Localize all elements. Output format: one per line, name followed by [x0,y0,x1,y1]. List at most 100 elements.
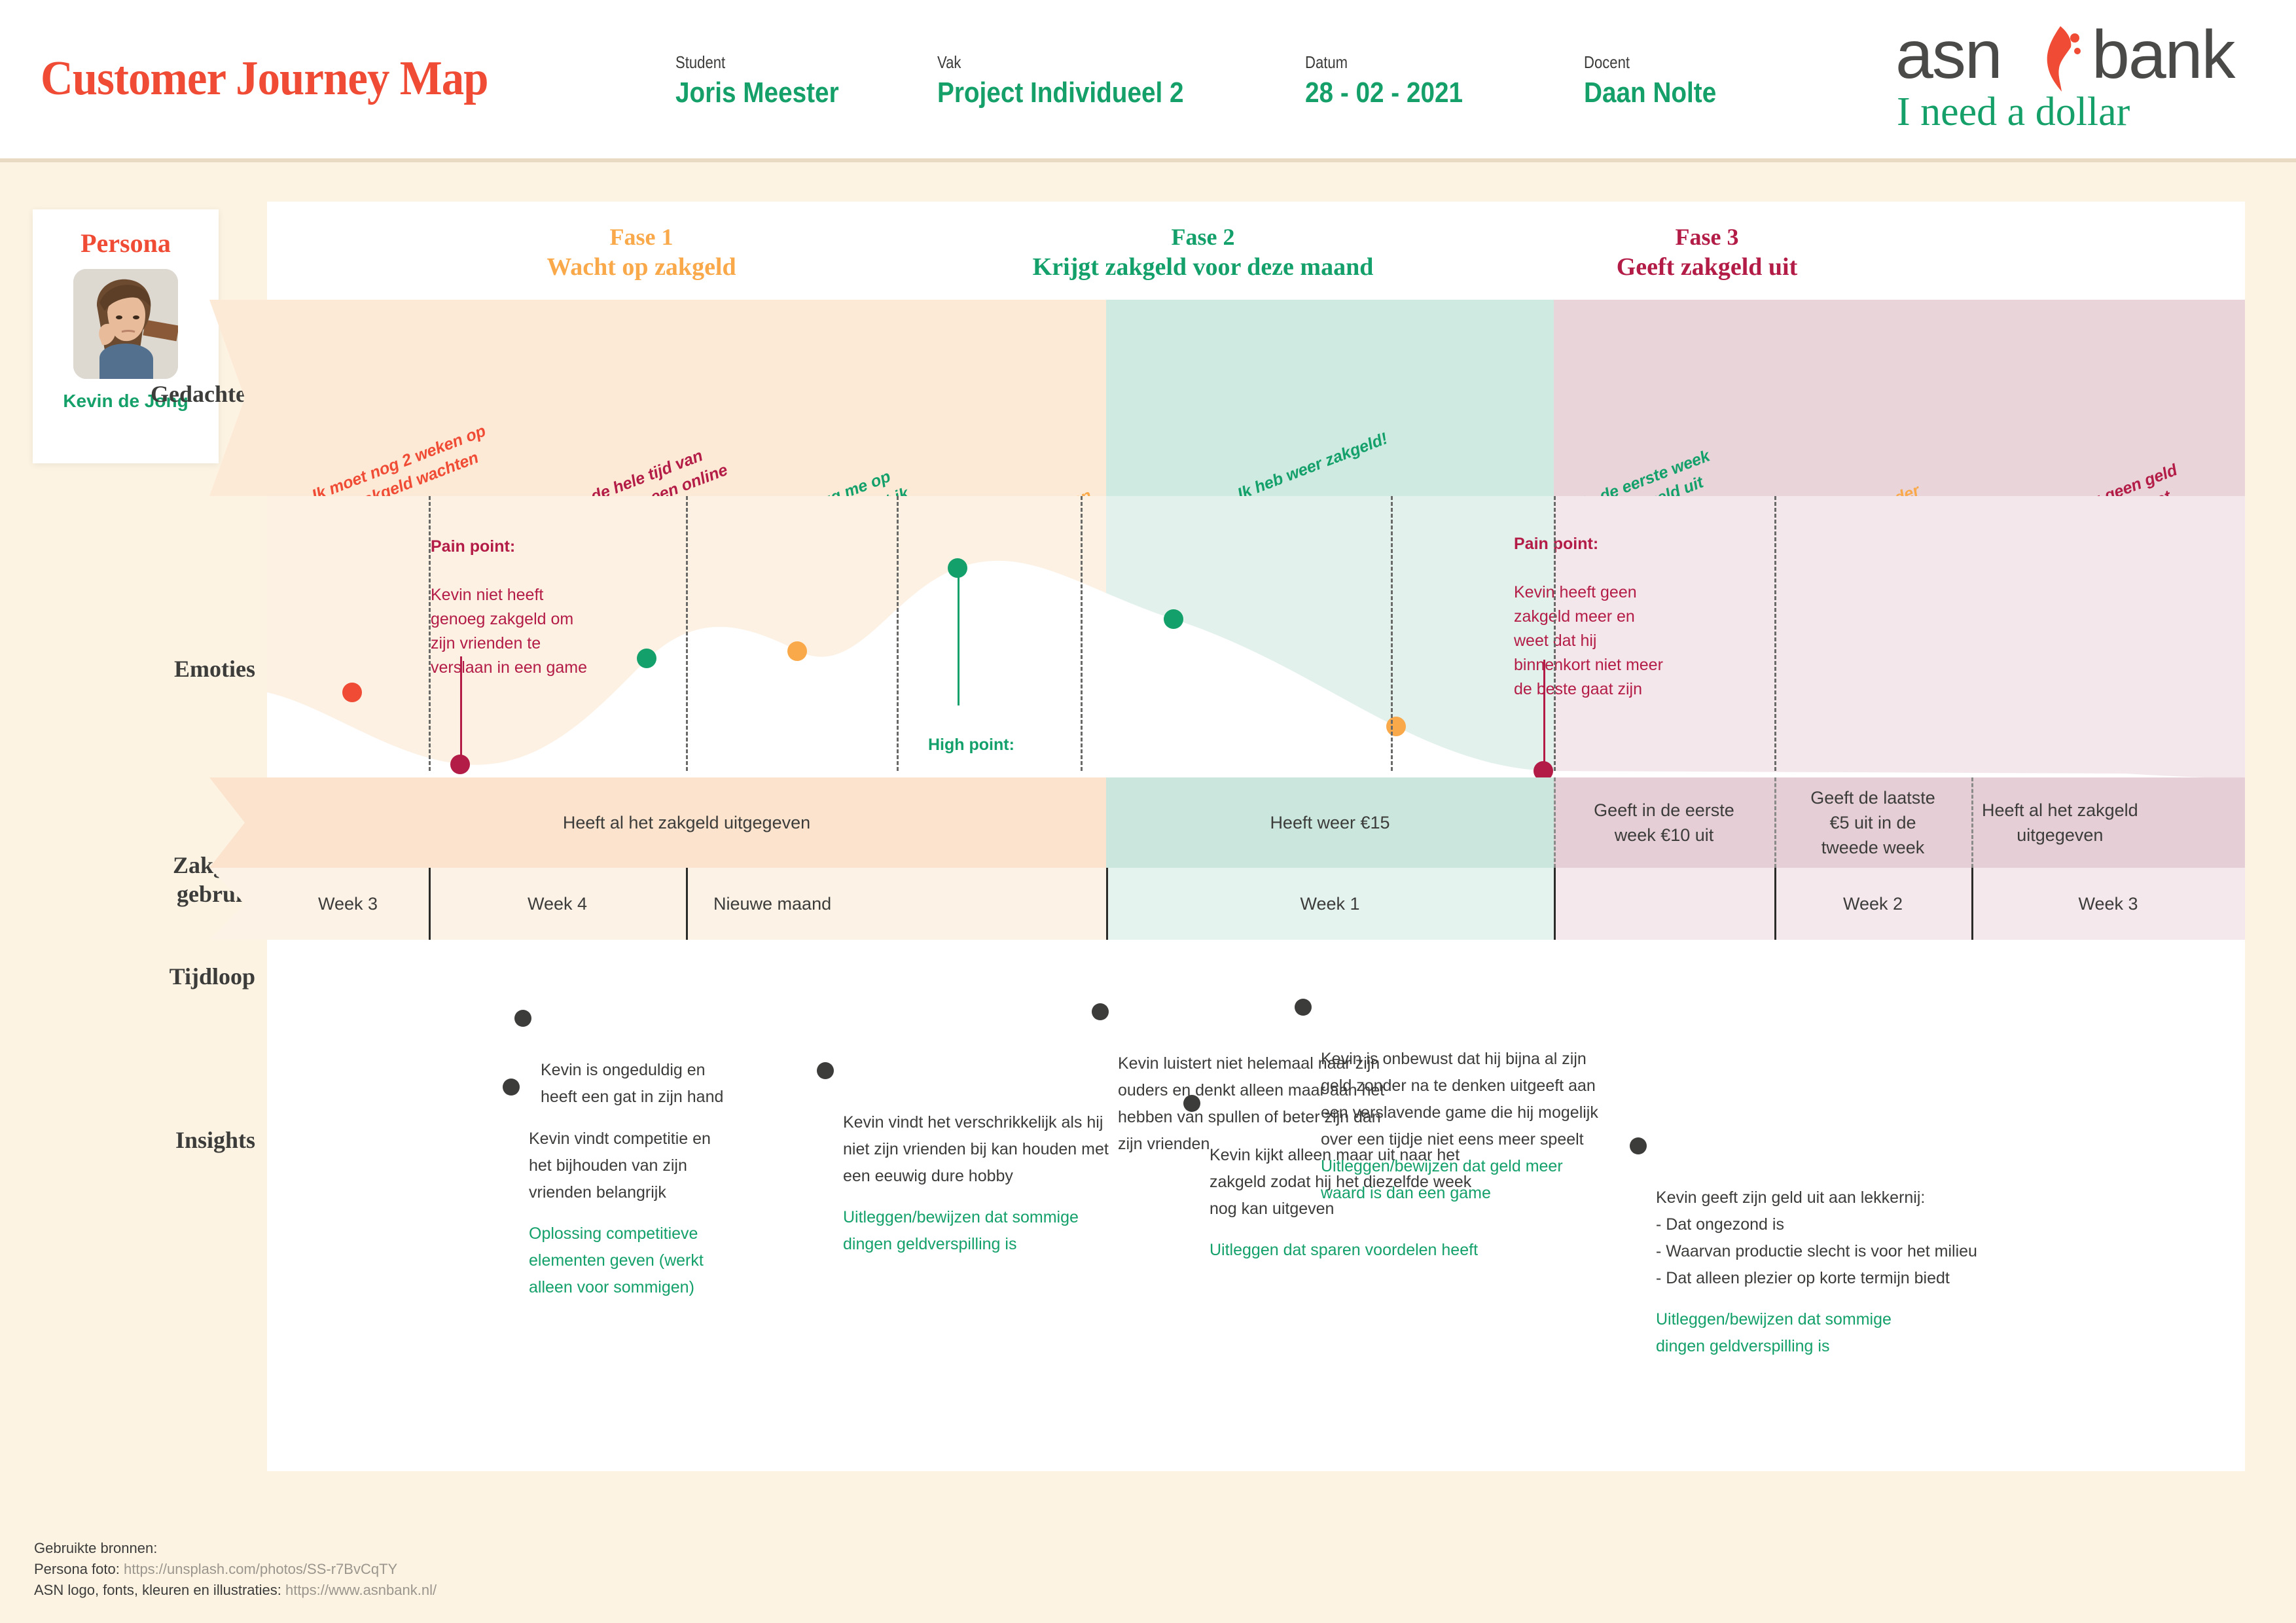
persona-photo [73,269,178,379]
meta-docent-label: Docent [1584,52,1630,72]
meta-datum-value: 28 - 02 - 2021 [1305,77,1463,109]
persona-title: Persona [81,228,171,258]
week-divider-3 [897,496,899,771]
insight-1-bullet-icon [514,1010,531,1027]
phase-2-number: Fase 2 [1171,224,1235,250]
asn-flame-icon [2032,25,2089,93]
meta-student-label: Student [675,52,726,72]
meta-docent: Docent Daan Nolte [1584,52,1734,109]
sources-heading: Gebruikte bronnen: [34,1540,158,1556]
phase-3-number: Fase 3 [1675,224,1739,250]
insight-2-text: Kevin vindt competitie en het bijhouden … [529,1130,711,1202]
sources-line-1: Persona foto: https://unsplash.com/photo… [34,1559,437,1580]
week-divider-6 [1554,496,1556,771]
timeline-cell-7: Week 3 [1971,868,2245,940]
sources-line-2-url[interactable]: https://www.asnbank.nl/ [285,1582,437,1598]
phase-1-number: Fase 1 [609,224,673,250]
insight-2-bullet-icon [503,1079,520,1096]
money-use-cell-5: Heeft al het zakgeld uitgegeven [1971,777,2245,868]
money-use-divider-3 [1971,777,1973,868]
insight-3-solution: Uitleggen/bewijzen dat sommige dingen ge… [843,1208,1079,1253]
insight-5-bullet-icon [1183,1095,1200,1112]
insight-7-solution: Uitleggen/bewijzen dat sommige dingen ge… [1656,1310,1892,1355]
meta-vak-label: Vak [937,52,961,72]
row-label-thoughts: Gedachtes [151,381,255,407]
meta-docent-value: Daan Nolte [1584,77,1717,109]
money-use-divider-1 [1554,777,1556,868]
timeline-divider-3 [1106,868,1108,940]
timeline-cell-2: Week 4 [429,868,686,940]
pain-point-2-callout: Pain point: Kevin heeft geen zakgeld mee… [1514,508,1763,702]
logo-asn-text: asn [1895,17,2003,93]
pain-point-1-heading: Pain point: [431,537,516,556]
meta-student: Student Joris Meester [675,52,861,109]
sources-line-1-url[interactable]: https://unsplash.com/photos/SS-r7BvCqTY [124,1561,397,1577]
money-use-row: Heeft al het zakgeld uitgegeven Heeft we… [209,777,2245,868]
money-use-cell-1: Heeft al het zakgeld uitgegeven [267,777,1106,868]
money-use-cell-4: Geeft de laatste €5 uit in de tweede wee… [1774,777,1971,868]
timeline-divider-1 [429,868,431,940]
emotion-dot-4 [787,641,807,661]
timeline-cell-5 [1554,868,1774,940]
phase-header-2: Fase 2 Krijgt zakgeld voor deze maand [922,223,1484,283]
asn-bank-logo: asn bank I need a dollar [1895,17,2262,135]
persona-card: Persona Kevin de Jong [33,209,219,463]
sources-line-2: ASN logo, fonts, kleuren en illustraties… [34,1580,437,1601]
week-divider-4 [1081,496,1083,771]
header-divider [0,158,2296,162]
meta-datum-label: Datum [1305,52,1348,72]
emotion-dot-6 [1164,609,1183,629]
pain-point-2-heading: Pain point: [1514,535,1599,553]
timeline-cell-4: Week 1 [1106,868,1554,940]
week-divider-1 [429,496,431,771]
timeline-row: Week 3 Week 4 Nieuwe maand Week 1 Week 2… [209,868,2245,940]
money-use-cell-2: Heeft weer €15 [1106,777,1554,868]
emotion-dot-7 [1386,717,1406,736]
insight-6-bullet-icon [1295,999,1312,1016]
sources-line-1-label: Persona foto: [34,1561,124,1577]
week-divider-2 [686,496,688,771]
meta-vak-value: Project Individueel 2 [937,77,1184,109]
meta-vak: Vak Project Individueel 2 [937,52,1217,109]
row-label-emotions: Emoties [174,656,255,682]
row-label-timeline: Tijdloop [169,963,255,990]
page-title: Customer Journey Map [41,52,489,105]
timeline-divider-2 [686,868,688,940]
money-use-divider-2 [1774,777,1776,868]
insight-7-text: Kevin geeft zijn geld uit aan lekkernij:… [1656,1188,1977,1287]
insight-6-text: Kevin is onbewust dat hij bijna al zijn … [1321,1050,1598,1149]
meta-datum: Datum 28 - 02 - 2021 [1305,52,1484,109]
pain-point-1-body: Kevin niet heeft genoeg zakgeld om zijn … [431,586,588,677]
timeline-cell-1: Week 3 [267,868,429,940]
timeline-divider-5 [1774,868,1776,940]
insight-4-bullet-icon [1092,1003,1109,1020]
insight-7-bullet-icon [1630,1137,1647,1154]
logo-bank-text: bank [2092,17,2236,93]
phase-header-3: Fase 3 Geeft zakgeld uit [1498,223,1916,283]
timeline-divider-4 [1554,868,1556,940]
page-header: Customer Journey Map Student Joris Meest… [0,0,2296,162]
insight-5-solution: Uitleggen dat sparen voordelen heeft [1210,1241,1479,1259]
money-use-cell-3: Geeft in de eerste week €10 uit [1554,777,1774,868]
high-point-stem [958,568,960,705]
phase-header-1: Fase 1 Wacht op zakgeld [432,223,851,283]
timeline-divider-6 [1971,868,1973,940]
insight-2-solution: Oplossing competitieve elementen geven (… [529,1224,704,1296]
timeline-cell-3: Nieuwe maand [686,868,1106,940]
timeline-cell-6: Week 2 [1774,868,1971,940]
insight-3-text: Kevin vindt het verschrikkelijk als hij … [843,1113,1109,1185]
sources-line-2-label: ASN logo, fonts, kleuren en illustraties… [34,1582,285,1598]
row-label-insights: Insights [175,1127,255,1153]
insight-7: Kevin geeft zijn geld uit aan lekkernij:… [1630,1131,2114,1387]
pain-point-1-callout: Pain point: Kevin niet heeft genoeg zakg… [431,510,706,680]
logo-tagline: I need a dollar [1897,90,2130,134]
phase-3-name: Geeft zakgeld uit [1616,253,1798,281]
week-divider-7 [1774,496,1776,771]
pain-point-2-body: Kevin heeft geen zakgeld meer en weet da… [1514,583,1663,698]
high-point-heading: High point: [928,736,1014,754]
phase-1-name: Wacht op zakgeld [547,253,736,281]
week-divider-5 [1391,496,1393,771]
insight-3-bullet-icon [817,1062,834,1079]
emotion-chart: Pain point: Kevin niet heeft genoeg zakg… [267,496,2245,875]
meta-student-value: Joris Meester [675,77,839,109]
